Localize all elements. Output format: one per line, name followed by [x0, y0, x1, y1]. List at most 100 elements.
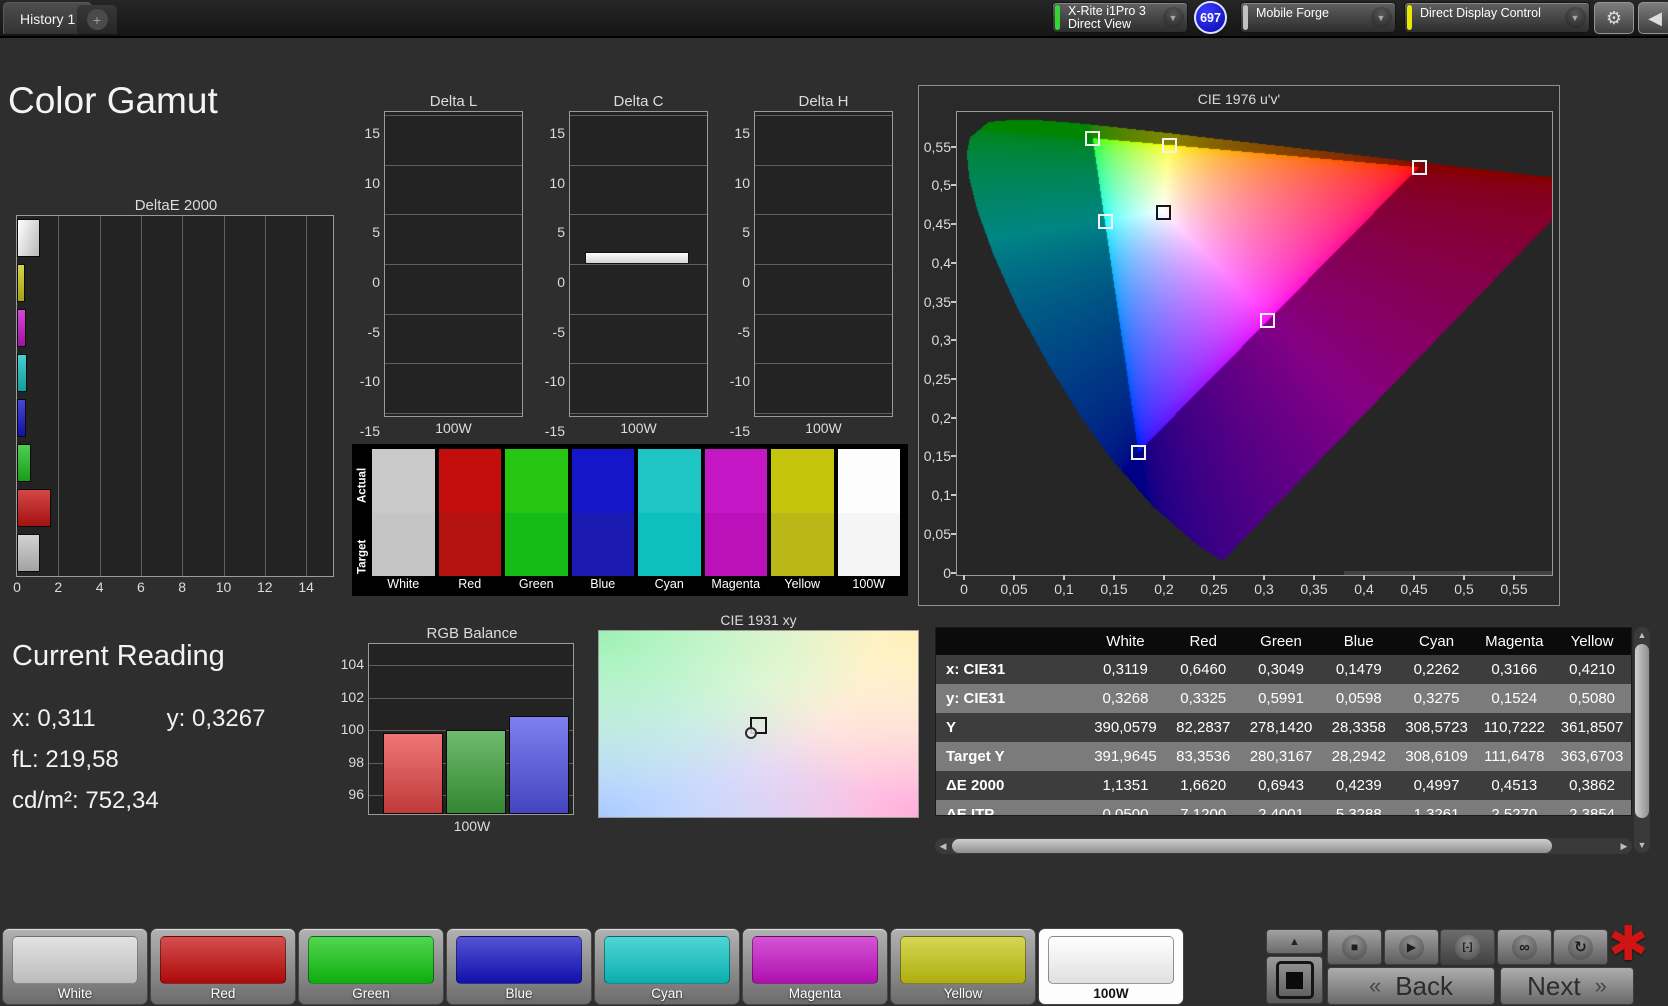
delta_c-gridline: [570, 363, 707, 365]
chevron-up-icon: ▲: [1289, 935, 1300, 948]
table-cell: 0,4210: [1569, 661, 1616, 678]
delta_l-y-tick: 5: [372, 224, 380, 241]
cie1976-measured-dot: [1165, 142, 1173, 150]
scroll-right-icon[interactable]: ▶: [1616, 838, 1632, 854]
back-button[interactable]: « Back: [1327, 967, 1495, 1005]
swatch-label: White: [387, 577, 420, 591]
patch-window-button[interactable]: [1266, 956, 1323, 1004]
display-control-dropdown[interactable]: Direct Display Control ▼: [1404, 2, 1590, 33]
refresh-button[interactable]: ↻: [1553, 929, 1608, 965]
swatch-green: Green: [505, 449, 568, 593]
delta_l-y-tick: -15: [359, 423, 380, 439]
swatch-magenta-target: [704, 512, 767, 576]
delta_c-y-tick: 5: [557, 224, 565, 241]
reading-x: x: 0,311: [12, 705, 96, 732]
patch-swatch: [308, 936, 434, 984]
scroll-down-icon[interactable]: ▼: [1634, 837, 1650, 853]
next-button[interactable]: Next »: [1500, 967, 1634, 1005]
patch-swatch: [900, 936, 1026, 984]
table-column-header-white: White: [1106, 633, 1145, 650]
table-cell: 0,3268: [1102, 690, 1149, 707]
measure-once-button[interactable]: ▶: [1384, 929, 1439, 965]
table-cell: 308,6109: [1405, 748, 1468, 765]
patch-swatch: [12, 936, 138, 984]
delta_c-plot: [569, 111, 708, 417]
settings-button[interactable]: ⚙: [1594, 2, 1634, 34]
delta_c-x-label: 100W: [620, 420, 657, 436]
cie1976-y-tick: 0: [943, 564, 951, 581]
patch-swatch: [752, 936, 878, 984]
patch-button-red[interactable]: Red: [150, 928, 296, 1005]
table-row-label: ΔE 2000: [946, 777, 1005, 794]
table-cell: 0,4513: [1491, 777, 1538, 794]
table-cell: 111,6478: [1484, 748, 1545, 765]
patch-label: Red: [210, 986, 236, 1001]
cie1976-measured-dot: [1415, 164, 1423, 172]
table-cell: 28,2942: [1331, 748, 1386, 765]
table-vertical-scrollbar[interactable]: ▲ ▼: [1634, 627, 1650, 853]
collapse-panel-button[interactable]: ◀: [1638, 2, 1668, 34]
gamut-coverage-readout: Gamut Coverage: 98,9%: [1344, 571, 1552, 576]
deltae-x-tick: 4: [95, 579, 104, 595]
patch-list-up-button[interactable]: ▲: [1266, 929, 1323, 954]
patch-button-100w[interactable]: 100W: [1038, 928, 1184, 1005]
measurement-count-badge[interactable]: 697: [1194, 1, 1227, 34]
delta_h-x-label: 100W: [805, 420, 842, 436]
gamut-coverage-label: Gamut Coverage:: [1359, 575, 1509, 576]
patch-button-blue[interactable]: Blue: [446, 928, 592, 1005]
swatch-blue: Blue: [571, 449, 634, 593]
gear-icon: ⚙: [1605, 7, 1623, 28]
delta_l-y-tick: -10: [359, 373, 380, 390]
page-title: Color Gamut: [8, 80, 218, 121]
delta_h-gridline: [755, 313, 892, 315]
cie1976-x-tickmark: [1263, 575, 1265, 580]
play-icon: ▶: [1399, 934, 1424, 960]
stop-icon: ■: [1342, 934, 1367, 960]
stop-measure-button[interactable]: ■: [1327, 929, 1382, 965]
delta_c-y-tick: -15: [544, 423, 565, 439]
scroll-up-icon[interactable]: ▲: [1634, 627, 1650, 643]
table-cell: 363,6703: [1560, 748, 1624, 765]
rgb-gridline: [369, 665, 573, 667]
patch-button-white[interactable]: White: [2, 928, 148, 1005]
horizontal-scroll-thumb[interactable]: [952, 839, 1552, 853]
top-bar: History 1 + X-Rite i1Pro 3 Direct View ▼…: [0, 0, 1668, 38]
current-reading: Current Reading x: 0,311 y: 0,3267 fL: 2…: [12, 640, 315, 828]
delta_h-y-axis: 15 10 5 0 -5 -10 -15: [727, 111, 754, 439]
meter-dropdown[interactable]: X-Rite i1Pro 3 Direct View ▼: [1052, 2, 1188, 33]
patch-button-magenta[interactable]: Magenta: [742, 928, 888, 1005]
delta_c-y-tick: -5: [552, 323, 565, 340]
cie1976-x-tickmark: [1313, 575, 1315, 580]
source-name: Mobile Forge: [1256, 6, 1329, 20]
rgb-y-tick: 98: [348, 753, 364, 770]
meter-name: X-Rite i1Pro 3: [1068, 3, 1146, 18]
table-horizontal-scrollbar[interactable]: ◀ ▶: [935, 838, 1632, 854]
delta_h-y-tick: 0: [742, 274, 750, 290]
delta_l-x-label: 100W: [435, 420, 472, 436]
delta_h-y-tick: -10: [729, 373, 750, 390]
delta_l-y-tick: 15: [364, 125, 380, 141]
source-dropdown[interactable]: Mobile Forge ▼: [1240, 2, 1396, 33]
deltae-x-tick: 14: [298, 579, 314, 595]
interval-measure-button[interactable]: [-]: [1440, 929, 1495, 965]
add-tab-button[interactable]: +: [77, 5, 117, 34]
table-cell: 0,6943: [1258, 777, 1304, 794]
patch-button-yellow[interactable]: Yellow: [890, 928, 1036, 1005]
deltae-x-tick: 12: [257, 579, 273, 595]
cie1976-measured-dot: [1134, 449, 1142, 457]
vertical-scroll-thumb[interactable]: [1635, 644, 1649, 818]
cie1976-x-tickmark: [1013, 575, 1015, 580]
cie1976-x-tickmark: [963, 575, 965, 580]
scroll-left-icon[interactable]: ◀: [935, 838, 951, 854]
table-cell: 82,2837: [1176, 719, 1231, 736]
deltae-bar-white: [17, 219, 41, 257]
cie1931-title: CIE 1931 xy: [720, 612, 797, 628]
continuous-measure-button[interactable]: ∞: [1497, 929, 1552, 965]
table-cell: 391,9645: [1094, 748, 1157, 765]
patch-button-cyan[interactable]: Cyan: [594, 928, 740, 1005]
patch-button-green[interactable]: Green: [298, 928, 444, 1005]
deltae2000-plot: [16, 215, 334, 577]
swatch-yellow-actual: [771, 449, 834, 513]
swatch-label: Red: [458, 577, 482, 591]
table-cell: 2,3854: [1569, 806, 1616, 816]
